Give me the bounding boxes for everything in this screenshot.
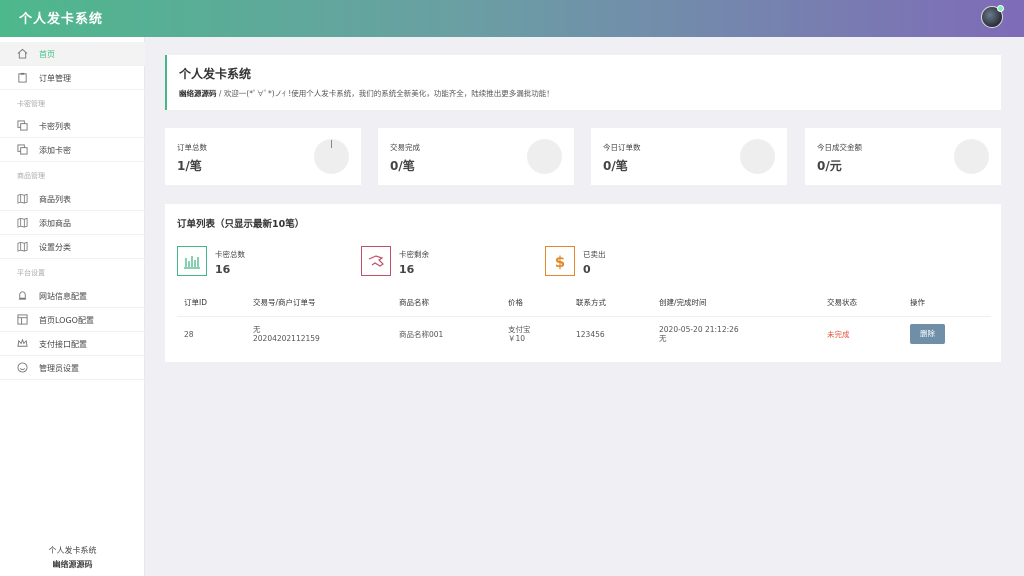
status-badge: 未完成	[827, 330, 850, 339]
column-header-action: 操作	[910, 298, 925, 307]
cell-price: ￥10	[508, 334, 526, 343]
smile-icon	[17, 362, 28, 373]
table-divider	[177, 316, 991, 317]
summary-label: 卡密总数	[215, 250, 245, 259]
sidebar-item-label: 卡密列表	[39, 122, 71, 131]
stat-value: 1/笔	[177, 159, 202, 173]
sidebar-item-card-list[interactable]: 卡密列表	[0, 114, 145, 138]
sidebar-item-label: 添加商品	[39, 219, 71, 228]
copy-icon	[17, 144, 28, 155]
breadcrumb-site[interactable]: 幽络源源码	[179, 89, 217, 98]
stat-card-completed: 交易完成 0/笔	[378, 128, 574, 185]
app-title: 个人发卡系统	[19, 12, 104, 27]
stat-value: 0/笔	[390, 159, 415, 173]
sidebar-item-label: 首页LOGO配置	[39, 316, 94, 325]
sidebar-item-label: 添加卡密	[39, 146, 71, 155]
stat-card-total-orders: 订单总数 1/笔	[165, 128, 361, 185]
sidebar-footer-title: 个人发卡系统	[48, 546, 97, 555]
map-icon	[17, 241, 28, 252]
sidebar-section-platform: 平台设置	[17, 269, 45, 277]
summary-value: 16	[399, 263, 415, 276]
sidebar-item-add-product[interactable]: 添加商品	[0, 211, 145, 235]
column-header-id: 订单ID	[184, 298, 207, 307]
sidebar-item-label: 管理员设置	[39, 364, 79, 373]
stat-card-today-orders: 今日订单数 0/笔	[591, 128, 787, 185]
cell-trade-no: 无	[253, 325, 261, 334]
order-list-card: 订单列表（只显示最新10笔） 卡密总数 16 卡密剩余 16 $ 已卖出 0 订…	[165, 204, 1001, 362]
pie-chart-icon	[527, 139, 562, 174]
stat-card-today-revenue: 今日成交金额 0/元	[805, 128, 1001, 185]
sidebar-item-label: 商品列表	[39, 195, 71, 204]
cell-pay-method: 支付宝	[508, 325, 531, 334]
cell-product: 商品名称001	[399, 330, 444, 339]
stat-label: 今日成交金额	[817, 143, 862, 152]
page-title-card: 个人发卡系统 幽络源源码 / 欢迎一(*ﾟ∀ﾟ*)ノｲ !使用个人发卡系统，我们…	[165, 55, 1001, 110]
sidebar-item-logo-config[interactable]: 首页LOGO配置	[0, 308, 145, 332]
sidebar-item-admin-settings[interactable]: 管理员设置	[0, 356, 145, 380]
summary-label: 已卖出	[583, 250, 606, 259]
sidebar-item-label: 网站信息配置	[39, 292, 87, 301]
sidebar-item-add-card[interactable]: 添加卡密	[0, 138, 145, 162]
crown-icon	[17, 338, 28, 347]
order-list-title: 订单列表（只显示最新10笔）	[177, 219, 305, 230]
cell-contact: 123456	[576, 330, 605, 339]
column-header-contact: 联系方式	[576, 298, 606, 307]
sidebar-item-home[interactable]: 首页	[0, 42, 145, 66]
sidebar-footer-site: 幽络源源码	[52, 560, 93, 569]
sidebar-item-payment-config[interactable]: 支付接口配置	[0, 332, 145, 356]
delete-button[interactable]: 删除	[910, 324, 945, 344]
pie-chart-icon	[314, 139, 349, 174]
column-header-price: 价格	[508, 298, 523, 307]
user-avatar[interactable]	[981, 5, 1004, 28]
column-header-time: 创建/完成时间	[659, 298, 707, 307]
summary-value: 0	[583, 263, 591, 276]
map-icon	[17, 193, 28, 204]
stat-value: 0/元	[817, 159, 842, 173]
breadcrumb: 幽络源源码 / 欢迎一(*ﾟ∀ﾟ*)ノｲ !使用个人发卡系统，我们的系统全新美化…	[179, 88, 554, 99]
pie-chart-icon	[954, 139, 989, 174]
sidebar-item-product-list[interactable]: 商品列表	[0, 187, 145, 211]
welcome-text: 欢迎一(*ﾟ∀ﾟ*)ノｲ !使用个人发卡系统，我们的系统全新美化，功能齐全，陆续…	[223, 89, 554, 98]
svg-text:$: $	[555, 253, 565, 271]
sidebar-item-label: 设置分类	[39, 243, 71, 252]
cell-merchant-no: 20204202112159	[253, 334, 320, 343]
page-title: 个人发卡系统	[179, 67, 252, 81]
stat-label: 今日订单数	[603, 143, 641, 152]
hand-icon	[361, 246, 391, 276]
sidebar-section-cards: 卡密管理	[17, 100, 45, 108]
top-header: 个人发卡系统	[0, 0, 1024, 37]
clipboard-icon	[18, 72, 27, 83]
sidebar-item-orders[interactable]: 订单管理	[0, 66, 145, 90]
sidebar: 首页 订单管理 卡密管理 卡密列表 添加卡密 商品管理 商品列表 添加商品 设置…	[0, 37, 145, 576]
online-status-dot	[997, 5, 1004, 12]
stat-label: 交易完成	[390, 143, 420, 152]
cell-created: 2020-05-20 21:12:26	[659, 325, 739, 334]
layout-icon	[17, 314, 28, 325]
map-icon	[17, 217, 28, 228]
sidebar-item-label: 订单管理	[39, 74, 71, 83]
bell-icon	[18, 291, 27, 300]
sidebar-item-categories[interactable]: 设置分类	[0, 235, 145, 259]
summary-value: 16	[215, 263, 231, 276]
stat-value: 0/笔	[603, 159, 628, 173]
copy-icon	[17, 120, 28, 131]
home-icon	[17, 48, 28, 59]
cell-finished: 无	[659, 334, 667, 343]
sidebar-item-label: 首页	[39, 50, 55, 59]
column-header-product: 商品名称	[399, 298, 429, 307]
dollar-icon: $	[545, 246, 575, 276]
sidebar-section-products: 商品管理	[17, 172, 45, 180]
cell-id: 28	[184, 330, 194, 339]
sidebar-item-label: 支付接口配置	[39, 340, 87, 349]
breadcrumb-separator: /	[218, 89, 222, 98]
column-header-trade-no: 交易号/商户订单号	[253, 298, 316, 307]
bar-chart-icon	[177, 246, 207, 276]
pie-chart-icon	[740, 139, 775, 174]
stat-label: 订单总数	[177, 143, 207, 152]
column-header-status: 交易状态	[827, 298, 857, 307]
summary-label: 卡密剩余	[399, 250, 429, 259]
sidebar-item-site-config[interactable]: 网站信息配置	[0, 284, 145, 308]
